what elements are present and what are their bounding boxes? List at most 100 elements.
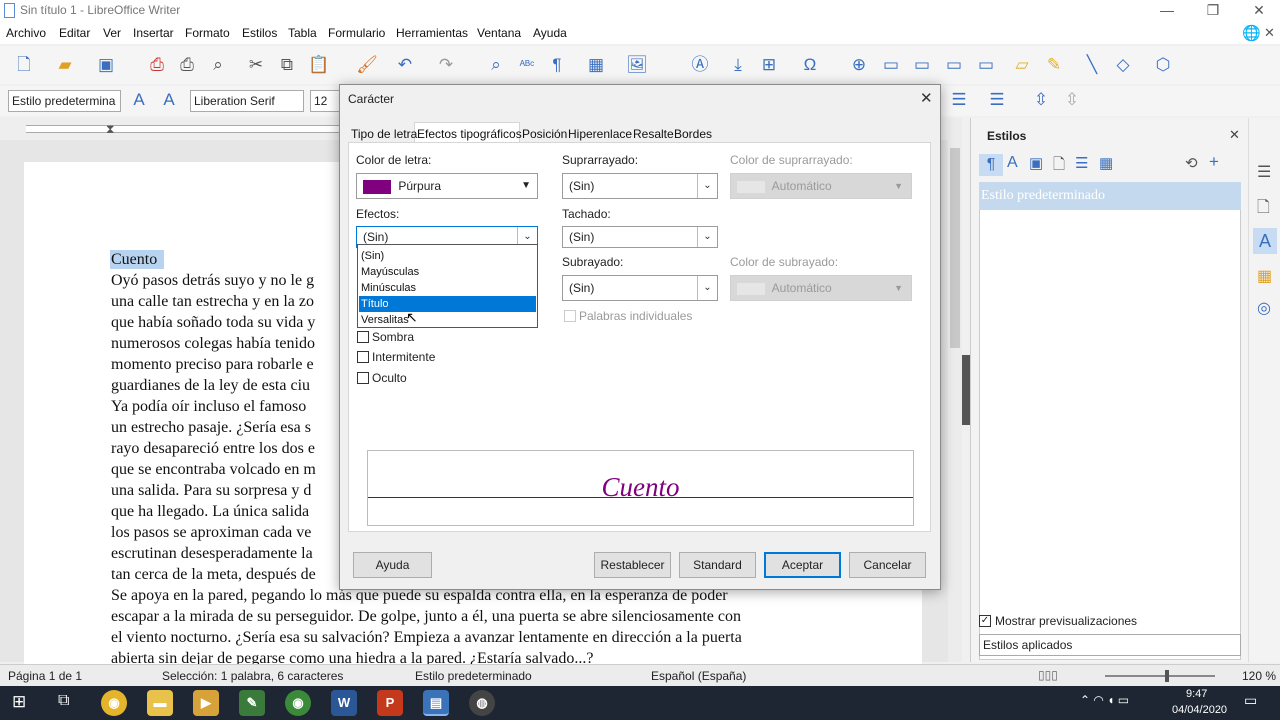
decrease-paragraph-spacing-icon[interactable]: ⇳ — [1061, 89, 1083, 111]
underline-color-select[interactable]: Automático ▼ — [730, 275, 912, 301]
fill-format-icon[interactable]: ⟲ — [1185, 154, 1198, 172]
spelling-icon[interactable]: ᴬᴮᶜ — [516, 54, 538, 76]
zoom-slider-thumb[interactable] — [1165, 670, 1169, 682]
table-styles-icon[interactable]: ▦ — [1099, 154, 1113, 172]
properties-deck-icon[interactable]: ☰ — [1257, 162, 1271, 182]
tab-efectos-tipograficos[interactable]: Efectos tipográficos — [417, 127, 522, 141]
new-document-icon[interactable]: 🗋 — [13, 54, 35, 76]
insert-line-icon[interactable]: ╲ — [1081, 54, 1103, 76]
indent-marker-icon[interactable]: ⧗ — [106, 122, 114, 137]
print-icon[interactable]: ⎙ — [176, 54, 198, 76]
page-break-icon[interactable]: ⤓ — [727, 54, 749, 76]
basic-shapes-icon[interactable]: ◇ — [1112, 54, 1134, 76]
draw-functions-icon[interactable]: ⬡ — [1152, 54, 1174, 76]
font-color-select[interactable]: Púrpura ▼ — [356, 173, 538, 199]
effects-option-minusculas[interactable]: Minúsculas — [359, 280, 536, 296]
redo-icon[interactable]: ↷ — [435, 54, 457, 76]
insert-table-icon[interactable]: ▦ — [585, 54, 607, 76]
globe-icon[interactable]: 🌐 — [1242, 24, 1261, 42]
cut-icon[interactable]: ✂ — [245, 54, 267, 76]
cancel-button[interactable]: Cancelar — [849, 552, 926, 578]
zoom-level[interactable]: 120 % — [1242, 669, 1276, 683]
show-previews-checkbox[interactable]: ✓ — [979, 615, 991, 627]
task-view-icon[interactable]: ⧉ — [58, 692, 69, 710]
media-player-icon[interactable]: ▶ — [193, 690, 219, 716]
blinking-checkbox[interactable] — [357, 351, 369, 363]
hyperlink-icon[interactable]: ⊕ — [848, 54, 870, 76]
insert-textbox-icon[interactable]: Ⓐ — [689, 54, 711, 76]
export-pdf-icon[interactable]: ⎙ — [146, 54, 168, 76]
reset-button[interactable]: Restablecer — [594, 552, 671, 578]
menu-herramientas[interactable]: Herramientas — [396, 26, 468, 40]
menu-estilos[interactable]: Estilos — [242, 26, 277, 40]
formatting-marks-icon[interactable]: ¶ — [546, 54, 568, 76]
find-replace-icon[interactable]: ⌕ — [485, 54, 507, 76]
effects-option-titulo[interactable]: Título — [359, 296, 536, 312]
bookmark-icon[interactable]: ▭ — [943, 54, 965, 76]
menu-tabla[interactable]: Tabla — [288, 26, 317, 40]
cross-reference-icon[interactable]: ▭ — [975, 54, 997, 76]
close-dialog-icon[interactable]: ✕ — [920, 89, 933, 107]
character-styles-icon[interactable]: A — [1007, 154, 1018, 172]
paragraph-styles-icon[interactable]: ¶ — [979, 154, 1003, 176]
font-size-combo[interactable]: 12 — [310, 90, 340, 112]
save-icon[interactable]: ▣ — [95, 54, 117, 76]
update-style-icon[interactable]: A — [128, 89, 150, 111]
list-styles-icon[interactable]: ☰ — [1075, 154, 1088, 172]
overline-select[interactable]: (Sin) ⌄ — [562, 173, 718, 199]
obs-icon[interactable]: ◍ — [469, 690, 495, 716]
close-window-button[interactable]: ✕ — [1236, 0, 1280, 22]
print-preview-icon[interactable]: ⌕ — [207, 54, 229, 76]
styles-list[interactable] — [979, 182, 1241, 660]
menu-archivo[interactable]: Archivo — [6, 26, 46, 40]
close-document-icon[interactable]: ✕ — [1264, 25, 1275, 41]
menu-editar[interactable]: Editar — [59, 26, 90, 40]
powerpoint-icon[interactable]: P — [377, 690, 403, 716]
individual-words-checkbox[interactable] — [564, 310, 576, 322]
overline-color-select[interactable]: Automático ▼ — [730, 173, 912, 199]
minimize-button[interactable]: — — [1144, 0, 1190, 22]
chrome-icon[interactable]: ◉ — [101, 690, 127, 716]
menu-formulario[interactable]: Formulario — [328, 26, 385, 40]
footnote-icon[interactable]: ▭ — [880, 54, 902, 76]
paste-icon[interactable]: 📋 — [308, 54, 330, 76]
menu-formato[interactable]: Formato — [185, 26, 230, 40]
strikethrough-select[interactable]: (Sin) ⌄ — [562, 226, 718, 248]
tray-icons[interactable]: ⌃ ◠ ◖ ▭ — [1080, 693, 1129, 707]
undo-icon[interactable]: ↶ — [394, 54, 416, 76]
status-language[interactable]: Español (España) — [651, 669, 746, 683]
effects-option-mayusculas[interactable]: Mayúsculas — [359, 264, 536, 280]
new-style-from-selection-icon[interactable]: + — [1209, 152, 1219, 172]
decrease-indent-icon[interactable]: ☰ — [948, 89, 970, 111]
styles-deck-icon[interactable]: A — [1253, 228, 1277, 254]
new-style-icon[interactable]: A — [158, 89, 180, 111]
effects-option-sin[interactable]: (Sin) — [359, 248, 536, 264]
tab-hiperenlace[interactable]: Hiperenlace — [568, 127, 632, 141]
sidebar-collapse-handle[interactable] — [962, 355, 970, 425]
open-folder-icon[interactable]: ▰ — [54, 54, 76, 76]
underline-select[interactable]: (Sin) ⌄ — [562, 275, 718, 301]
close-sidebar-icon[interactable]: ✕ — [1229, 127, 1240, 143]
word-icon[interactable]: W — [331, 690, 357, 716]
special-character-icon[interactable]: Ω — [799, 54, 821, 76]
vertical-scrollbar[interactable] — [948, 118, 962, 662]
insert-field-icon[interactable]: ⊞ — [758, 54, 780, 76]
insert-image-icon[interactable]: 🖼 — [626, 54, 648, 76]
page-styles-icon[interactable]: 🗋 — [1053, 154, 1065, 179]
standard-button[interactable]: Standard — [679, 552, 756, 578]
menu-ventana[interactable]: Ventana — [477, 26, 521, 40]
menu-insertar[interactable]: Insertar — [133, 26, 174, 40]
tab-posicion[interactable]: Posición — [522, 127, 567, 141]
copy-icon[interactable]: ⧉ — [276, 54, 298, 76]
clone-formatting-icon[interactable]: 🖌 — [356, 54, 378, 76]
ok-button[interactable]: Aceptar — [764, 552, 841, 578]
notifications-icon[interactable]: ▭ — [1244, 692, 1257, 709]
increase-paragraph-spacing-icon[interactable]: ⇳ — [1030, 89, 1052, 111]
track-changes-icon[interactable]: ✎ — [1043, 54, 1065, 76]
effects-option-versalitas[interactable]: Versalitas — [359, 312, 536, 328]
scrollbar-thumb[interactable] — [950, 148, 960, 348]
inkscape-icon[interactable]: ✎ — [239, 690, 265, 716]
file-explorer-icon[interactable]: ▬ — [147, 690, 173, 716]
tab-bordes[interactable]: Bordes — [674, 127, 712, 141]
comment-icon[interactable]: ▱ — [1011, 54, 1033, 76]
